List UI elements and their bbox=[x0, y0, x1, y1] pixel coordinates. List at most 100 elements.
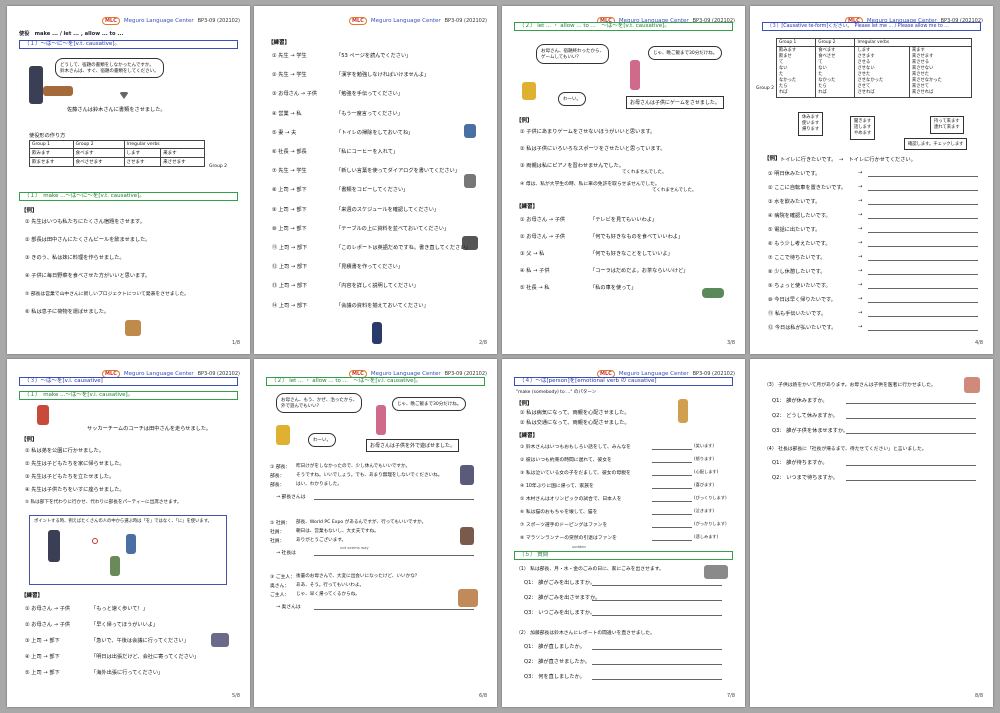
example-item: ④ 先生は子供たちをいすに座らせました。 bbox=[25, 487, 125, 493]
page-1: MLC Meguro Language Center BP3-09 (20210… bbox=[7, 6, 250, 354]
practice-roles: ⑫ 上司 → 部下 bbox=[272, 264, 308, 271]
building-illustration-icon bbox=[704, 565, 728, 579]
speaker-label: 社員： bbox=[270, 539, 285, 544]
group-label: Group 2 bbox=[756, 86, 774, 91]
section-heading: （５） 質問 bbox=[514, 551, 733, 560]
answer-line[interactable] bbox=[868, 274, 978, 275]
caption: サッカーチームのコーチは田中さんを走らせました。 bbox=[87, 426, 212, 432]
arrow-icon: → bbox=[858, 310, 863, 316]
answer-line[interactable] bbox=[846, 403, 976, 404]
section-heading: （１）～は～に～を[v.t. causative]。 bbox=[19, 40, 238, 49]
answer-line[interactable] bbox=[868, 204, 978, 205]
answer-line[interactable] bbox=[846, 480, 976, 481]
verb-box: 聞きます 話します やめます bbox=[850, 116, 876, 140]
practice-quote: 「漢字を勉強しなければいけませんよ」 bbox=[336, 72, 430, 79]
answer-line[interactable] bbox=[868, 260, 978, 261]
dialogue-line: はい、わかりました。 bbox=[296, 482, 342, 487]
answer-line[interactable] bbox=[652, 475, 692, 476]
table-column: 飲みます 飲ませてないたなかった たら れば bbox=[775, 46, 817, 98]
answer-line[interactable] bbox=[846, 433, 976, 434]
answer-line[interactable] bbox=[592, 664, 722, 665]
footnote: not seems way bbox=[340, 545, 369, 550]
person-illustration-icon bbox=[126, 534, 136, 554]
subtitle: "make (somebody) to ..." のパターン bbox=[516, 390, 597, 395]
practice-quote: 「何でも好きなことをしていいよ」 bbox=[590, 251, 673, 257]
answer-line[interactable] bbox=[868, 316, 978, 317]
example-item: ⑤ 私は部下を代わりに行かせ、代わりに部長をパーティーに出席させます。 bbox=[25, 500, 182, 505]
answer-hint: (喜びます) bbox=[694, 482, 715, 487]
answer-line[interactable] bbox=[868, 246, 978, 247]
answer-line[interactable] bbox=[846, 465, 976, 466]
answer-line[interactable] bbox=[652, 501, 692, 502]
practice-item: ⑥ 私は猫のおもちゃを壊して、猫を bbox=[520, 510, 598, 515]
arrow-icon: → bbox=[858, 282, 863, 288]
arrow-icon: → bbox=[858, 324, 863, 330]
answer-line[interactable] bbox=[868, 190, 978, 191]
school-name: Meguro Language Center bbox=[370, 18, 441, 24]
question-intro: （2） 加藤部長は鈴木さんにレポートの間違いを直させました。 bbox=[516, 631, 655, 636]
dialogue-line: ありがとうございます。 bbox=[296, 538, 347, 543]
practice-quote: 「新しい言葉を使ってダイアログを書いてください」 bbox=[336, 168, 460, 175]
answer-line[interactable] bbox=[652, 514, 692, 515]
page-number: 7/8 bbox=[726, 693, 735, 699]
answer-line[interactable] bbox=[592, 600, 722, 601]
dialogue-line: じゃ、早く帰ってくるからね。 bbox=[296, 592, 360, 597]
practice-quote: 「早く帰ってほうがいいよ」 bbox=[91, 622, 159, 628]
table-cell: 来ます bbox=[160, 148, 205, 158]
page-header: MLC Meguro Language Center BP3-09 (20210… bbox=[254, 14, 497, 28]
practice-item: ⑫ 今日は私が払いたいです。 bbox=[768, 325, 837, 331]
answer-line[interactable] bbox=[314, 609, 474, 610]
answer-hint: (びっくりします) bbox=[694, 495, 727, 500]
answer-line[interactable] bbox=[868, 232, 978, 233]
answer-line[interactable] bbox=[592, 649, 722, 650]
practice-quote: 「私にコーヒーを入れて」 bbox=[336, 149, 399, 155]
example-label: 【例】 bbox=[21, 437, 38, 443]
answer-line[interactable] bbox=[652, 462, 692, 463]
table-cell: れば bbox=[779, 90, 788, 95]
arrow-down-icon bbox=[119, 92, 129, 99]
arrow-icon: → bbox=[858, 254, 863, 260]
practice-item: ⑦ スポーツ選手のドーピングはファンを bbox=[520, 523, 608, 528]
answer-line[interactable] bbox=[868, 302, 978, 303]
answer-line[interactable] bbox=[652, 449, 692, 450]
answer-line[interactable] bbox=[652, 488, 692, 489]
answer-line[interactable] bbox=[592, 585, 722, 586]
answer-line[interactable] bbox=[868, 218, 978, 219]
answer-line[interactable] bbox=[846, 418, 976, 419]
answer-line[interactable] bbox=[652, 527, 692, 528]
speech-bubble: わーい。 bbox=[308, 433, 336, 447]
speaker-label: ③ ご主人： bbox=[270, 575, 296, 580]
answer-line[interactable] bbox=[868, 330, 978, 331]
section-heading: （１） make ...～は～を[v.i. causative]。 bbox=[19, 391, 238, 400]
table-title: 使役形の作り方 bbox=[29, 133, 66, 139]
example-item: ① 先生はいつも私たちにたくさん宿題をさせます。 bbox=[25, 219, 145, 225]
example-note: てくれませんでした。 bbox=[652, 188, 697, 193]
answer-line[interactable] bbox=[592, 679, 722, 680]
practice-item: ⑤ 電話に出たいです。 bbox=[768, 227, 821, 233]
answer-hint: (がっかりします) bbox=[694, 521, 727, 526]
answer-line[interactable] bbox=[868, 288, 978, 289]
box-carrier-illustration-icon bbox=[125, 320, 141, 336]
practice-roles: ⑧ 上司 → 部下 bbox=[272, 187, 307, 194]
speaker-label: ① 部長： bbox=[270, 465, 291, 470]
mother-illustration-icon bbox=[376, 405, 386, 435]
dialogue-line: 後輩のお母さんで、大変に出会いになったけど、いいかな？ bbox=[296, 574, 420, 579]
answer-line[interactable] bbox=[314, 499, 474, 500]
practice-item: ⑥ もう少し考えたいです。 bbox=[768, 241, 831, 247]
example-item: ② 私は交通になって、両親を心配させました。 bbox=[520, 420, 630, 426]
answer-line[interactable] bbox=[314, 555, 474, 556]
speech-bubble: じゃ、晩ご飯まで30分だけね。 bbox=[648, 46, 723, 60]
table-cell: させます bbox=[123, 157, 162, 167]
example-item: ② 部長は田中さんにたくさんビールを飲ませました。 bbox=[25, 237, 151, 243]
practice-item: ⑧ マラソンランナーの突然の引退はファンを bbox=[520, 536, 617, 541]
example-item: ⑤ 部長は営業で山中さんに新しいプロジェクトについて発表をさせました。 bbox=[25, 292, 189, 297]
desk-illustration-icon bbox=[43, 86, 73, 96]
practice-item: ② ここに自転車を置きたいです。 bbox=[768, 185, 847, 191]
practice-quote: 「内容を詳しく説明してください」 bbox=[336, 283, 419, 290]
answer-line[interactable] bbox=[652, 540, 692, 541]
answer-line[interactable] bbox=[592, 615, 722, 616]
question-item: Q2： いつまで待ちますか。 bbox=[772, 475, 838, 481]
answer-line[interactable] bbox=[868, 176, 978, 177]
example-label: 【例】 bbox=[516, 401, 533, 407]
practice-roles: ② お母さん → 子供 bbox=[25, 622, 71, 628]
